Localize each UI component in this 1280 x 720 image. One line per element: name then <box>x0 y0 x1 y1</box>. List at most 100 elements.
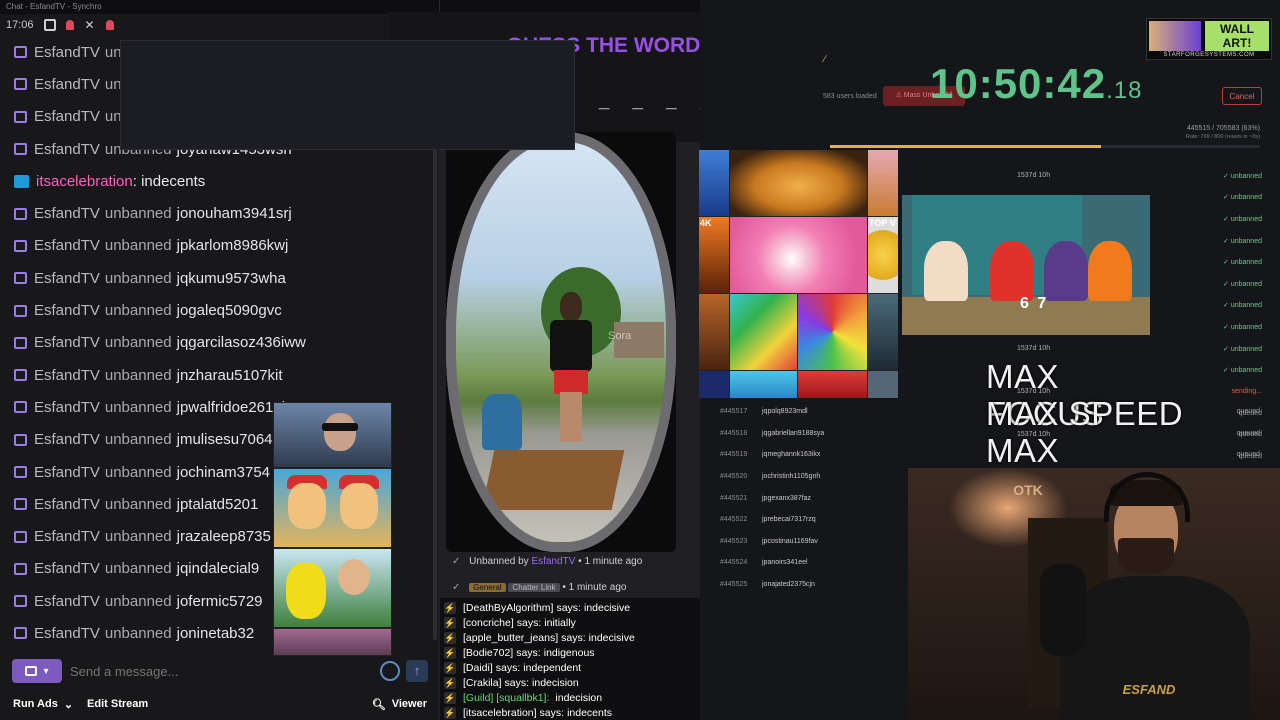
doorbell-video: Sora <box>446 132 676 552</box>
status-badge: ✓ unbanned <box>1223 323 1262 331</box>
screen: Chat - EsfandTV - Synchro 17:06 ✕ Esfand… <box>0 0 1280 720</box>
chat-username[interactable]: EsfandTV <box>34 334 100 351</box>
guess-entry: ⚡ [apple_butter_jeans] says: indecisive <box>444 630 635 645</box>
edit-stream-button[interactable]: Edit Stream <box>80 693 155 715</box>
mosaic-tile <box>699 217 729 293</box>
bullet: • <box>578 556 582 567</box>
chat-message: EsfandTV unbanned jqkumu9573wha <box>0 262 430 294</box>
chat-mode-button[interactable]: ▾ <box>12 659 62 683</box>
chat-username[interactable]: EsfandTV <box>34 205 100 222</box>
moderation-icon <box>14 207 27 220</box>
ban-duration: 1537d 10h <box>1017 172 1051 180</box>
guess-word: indecisive <box>583 601 631 614</box>
queue-id: #445520 <box>720 473 748 481</box>
unban-time: 1 minute ago <box>584 556 643 567</box>
timer-display: 10:50:42.18 <box>930 60 1143 108</box>
chat-target-user[interactable]: jpkarlom8986kwj <box>177 237 289 254</box>
chat-input-row: ▾ ↑ <box>12 658 428 684</box>
moderation-icon <box>14 336 27 349</box>
queue-username: jqmeghannk163ikx <box>762 451 821 459</box>
character-shape <box>1088 241 1132 301</box>
chat-target-user[interactable]: jptalatd5201 <box>177 496 259 513</box>
chat-target-user[interactable]: jqindalecial9 <box>177 560 260 577</box>
chat-action: unbanned <box>104 463 172 481</box>
lens-frame <box>446 132 676 552</box>
cancel-button[interactable]: Cancel <box>1222 87 1262 105</box>
character-shape <box>990 241 1034 301</box>
chat-username[interactable]: EsfandTV <box>34 560 100 577</box>
user-icon-2[interactable] <box>105 20 114 30</box>
chat-username[interactable]: EsfandTV <box>34 431 100 448</box>
sponsor-url: STARFORGESYSTEMS.COM <box>1163 52 1255 58</box>
mosaic-tile <box>868 217 898 293</box>
guess-entry: ⚡ [itsacelebration] says: indecents <box>444 705 612 720</box>
chat-target-user[interactable]: jogaleq5090gvc <box>177 302 282 319</box>
mosaic-tile-pink-cake <box>730 217 867 293</box>
chat-username[interactable]: EsfandTV <box>34 76 100 93</box>
chip-general[interactable]: General <box>469 583 506 592</box>
character-shape <box>924 241 968 301</box>
guess-word: independent <box>523 661 582 674</box>
run-ads-button[interactable]: Run Ads ⌄ <box>6 693 80 715</box>
status-badge: ✓ unbanned <box>1223 345 1262 353</box>
guess-user: [Crakila] <box>463 676 502 689</box>
chat-username[interactable]: EsfandTV <box>34 141 100 158</box>
chat-target-user[interactable]: jonouham3941srj <box>177 205 292 222</box>
chat-target-user[interactable]: jmulisesu7064 <box>177 431 273 448</box>
chat-bubble-icon[interactable] <box>43 19 56 31</box>
chat-target-user[interactable]: jochinam3754 <box>177 464 270 481</box>
guess-entry: ⚡ [concriche] says: initially <box>444 615 576 630</box>
accent-mark: ∕ <box>824 54 826 65</box>
chat-username[interactable]: itsacelebration <box>36 173 133 190</box>
chat-username[interactable]: EsfandTV <box>34 108 100 125</box>
cartoon-caption: 6 7 <box>1020 295 1049 312</box>
table-row: 1537d 10h ✓ unbanned <box>912 165 1262 187</box>
chat-target-user[interactable]: joninetab32 <box>177 625 255 642</box>
bullet: • <box>562 582 566 593</box>
chat-target-user[interactable]: jqgarcilasoz436iww <box>177 334 306 351</box>
status-badge: ✓ unbanned <box>1223 280 1262 288</box>
send-icon[interactable]: ↑ <box>406 660 428 682</box>
queue-status: queued <box>1236 451 1260 459</box>
viewer-button[interactable]: 🔍︎ Viewer <box>365 693 434 715</box>
unban-by-link[interactable]: EsfandTV <box>531 556 575 567</box>
users-loaded-label: 583 users loaded <box>823 93 877 100</box>
split-icon[interactable]: ✕ <box>84 19 96 31</box>
chat-username[interactable]: EsfandTV <box>34 44 100 61</box>
chat-username[interactable]: EsfandTV <box>34 367 100 384</box>
queue-id: #445524 <box>720 559 748 567</box>
chat-username[interactable]: EsfandTV <box>34 399 100 416</box>
chip-other[interactable]: Chatter Link <box>508 583 560 592</box>
chat-target-user[interactable]: jqkumu9573wha <box>177 270 286 287</box>
chat-username[interactable]: EsfandTV <box>34 496 100 513</box>
chat-target-user[interactable]: jnzharau5107kit <box>177 367 283 384</box>
chat-username[interactable]: EsfandTV <box>34 302 100 319</box>
chat-username[interactable]: EsfandTV <box>34 270 100 287</box>
chat-username[interactable]: EsfandTV <box>34 237 100 254</box>
chat-username[interactable]: EsfandTV <box>34 625 100 642</box>
chat-username[interactable]: EsfandTV <box>34 593 100 610</box>
status-badge: ✓ unbanned <box>1223 302 1262 310</box>
character-shape <box>1044 241 1088 301</box>
bolt-icon: ⚡ <box>444 676 456 689</box>
mosaic-tile <box>868 294 898 370</box>
emote-picker-icon[interactable] <box>380 661 400 681</box>
window-title: Chat - EsfandTV - Synchro <box>0 0 439 14</box>
chat-action: unbanned <box>104 624 172 642</box>
chat-username[interactable]: EsfandTV <box>34 528 100 545</box>
chat-action: unbanned <box>104 431 172 449</box>
chat-message-input[interactable] <box>62 659 374 683</box>
chat-action: unbanned <box>104 560 172 578</box>
chat-target-user[interactable]: jrazaleep8735 <box>177 528 271 545</box>
ban-duration: 1537d 10h <box>1017 345 1051 353</box>
guess-says: says: <box>516 616 542 629</box>
chat-message: EsfandTV unbanned jnzharau5107kit <box>0 359 430 391</box>
guess-user: [Bodie702] <box>463 646 514 659</box>
chat-target-user[interactable]: jofermic5729 <box>177 593 263 610</box>
clock-label: 17:06 <box>6 19 34 31</box>
chat-username[interactable]: EsfandTV <box>34 464 100 481</box>
user-icon[interactable] <box>65 20 74 30</box>
guess-word: indecisive <box>588 631 635 644</box>
thumbnail-game-characters <box>273 468 392 548</box>
chat-action: unbanned <box>104 269 172 287</box>
